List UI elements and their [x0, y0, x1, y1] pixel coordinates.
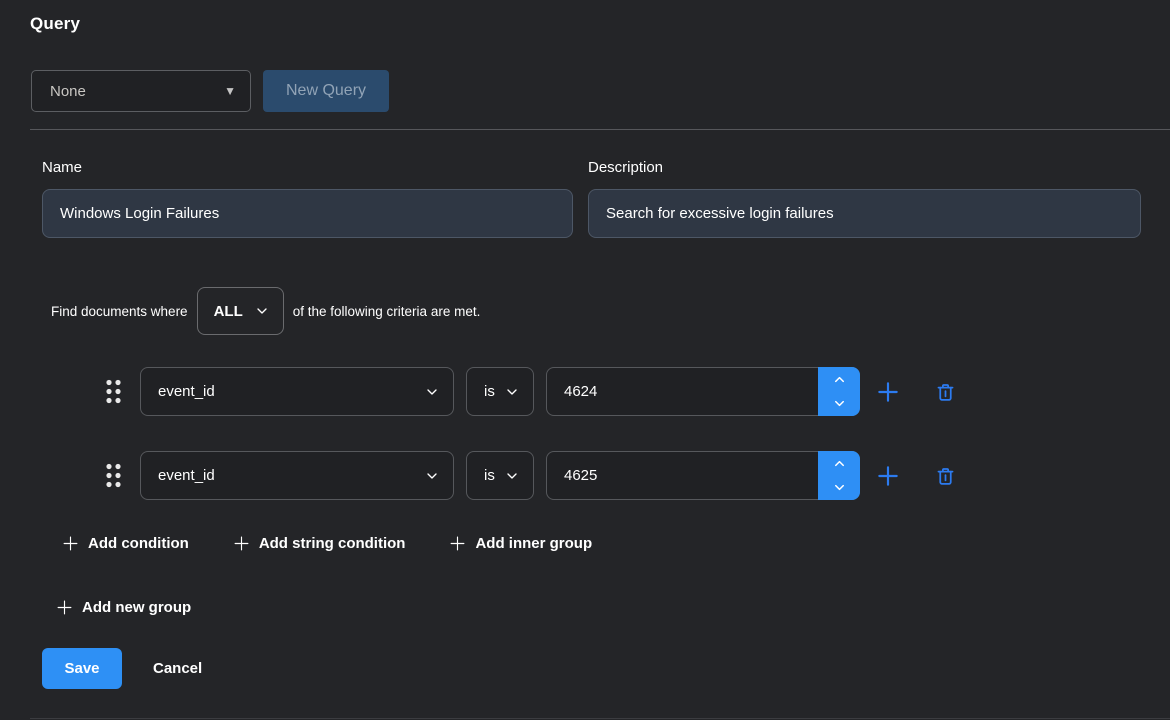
description-field-group: Description — [588, 159, 1141, 238]
number-spinner — [818, 451, 860, 500]
operator-select[interactable]: is — [466, 367, 534, 416]
chevron-down-icon — [504, 384, 520, 400]
add-new-group-label: Add new group — [82, 599, 191, 616]
name-input[interactable] — [42, 189, 573, 238]
description-input[interactable] — [588, 189, 1141, 238]
description-label: Description — [588, 159, 1141, 176]
saved-query-select[interactable]: None ▼ — [31, 70, 251, 112]
condition-list: event_id is — [0, 367, 1170, 500]
add-string-condition-button[interactable]: Add string condition — [233, 535, 406, 552]
operator-select[interactable]: is — [466, 451, 534, 500]
field-select-value: event_id — [158, 383, 215, 400]
drag-handle-icon[interactable] — [105, 378, 122, 405]
chevron-down-icon — [832, 396, 847, 411]
trash-icon — [935, 465, 956, 487]
trash-icon — [935, 381, 956, 403]
number-spinner — [818, 367, 860, 416]
bottom-divider — [30, 718, 1170, 719]
spin-up-button[interactable] — [818, 367, 860, 392]
page-title: Query — [0, 0, 1170, 34]
chevron-up-icon — [832, 372, 847, 387]
value-input-group — [546, 367, 860, 416]
add-string-condition-label: Add string condition — [259, 535, 406, 552]
save-button[interactable]: Save — [42, 648, 122, 689]
plus-icon — [875, 463, 901, 489]
plus-icon — [449, 535, 466, 552]
criteria-prefix-text: Find documents where — [51, 304, 188, 319]
chevron-down-icon — [504, 468, 520, 484]
chevron-up-icon — [832, 456, 847, 471]
chevron-down-icon — [832, 480, 847, 495]
add-inner-group-button[interactable]: Add inner group — [449, 535, 592, 552]
plus-icon — [62, 535, 79, 552]
add-row-button[interactable] — [875, 379, 901, 405]
add-inner-group-label: Add inner group — [475, 535, 592, 552]
add-condition-label: Add condition — [88, 535, 189, 552]
add-group-row: Add new group — [56, 599, 1170, 616]
add-new-group-button[interactable]: Add new group — [56, 599, 191, 616]
condition-row-2: event_id is — [105, 451, 1170, 500]
query-meta-form: Name Description — [42, 159, 1141, 238]
add-condition-button[interactable]: Add condition — [62, 535, 189, 552]
field-select[interactable]: event_id — [140, 451, 454, 500]
new-query-button[interactable]: New Query — [263, 70, 389, 112]
delete-row-button[interactable] — [935, 381, 956, 403]
value-input[interactable] — [546, 451, 860, 500]
plus-icon — [875, 379, 901, 405]
plus-icon — [233, 535, 250, 552]
drag-handle-icon[interactable] — [105, 462, 122, 489]
spin-down-button[interactable] — [818, 392, 860, 417]
add-row-button[interactable] — [875, 463, 901, 489]
chevron-down-icon — [424, 468, 440, 484]
chevron-down-icon — [424, 384, 440, 400]
saved-query-select-value: None — [50, 83, 86, 100]
spin-down-button[interactable] — [818, 476, 860, 501]
field-select[interactable]: event_id — [140, 367, 454, 416]
criteria-suffix-text: of the following criteria are met. — [293, 304, 481, 319]
dropdown-arrow-icon: ▼ — [224, 84, 236, 98]
footer-actions: Save Cancel — [42, 648, 1170, 689]
match-operator-value: ALL — [214, 303, 243, 320]
match-operator-select[interactable]: ALL — [197, 287, 284, 335]
add-actions-row: Add condition Add string condition Add i… — [62, 535, 1170, 552]
query-selector-row: None ▼ New Query — [31, 70, 1170, 112]
name-field-group: Name — [42, 159, 573, 238]
value-input-group — [546, 451, 860, 500]
name-label: Name — [42, 159, 573, 176]
delete-row-button[interactable] — [935, 465, 956, 487]
criteria-intro-row: Find documents where ALL of the followin… — [51, 287, 1170, 335]
cancel-button[interactable]: Cancel — [153, 660, 202, 677]
value-input[interactable] — [546, 367, 860, 416]
chevron-down-icon — [254, 303, 270, 319]
plus-icon — [56, 599, 73, 616]
section-divider — [30, 129, 1170, 130]
operator-select-value: is — [484, 383, 495, 400]
spin-up-button[interactable] — [818, 451, 860, 476]
field-select-value: event_id — [158, 467, 215, 484]
operator-select-value: is — [484, 467, 495, 484]
query-builder-page: Query None ▼ New Query Name Description … — [0, 0, 1170, 720]
condition-row-1: event_id is — [105, 367, 1170, 416]
